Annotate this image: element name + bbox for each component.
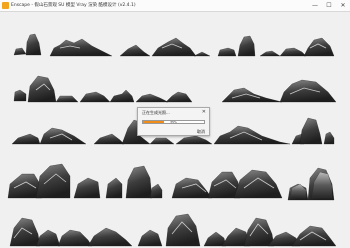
rock-model bbox=[237, 35, 256, 57]
rock-model bbox=[93, 133, 125, 145]
rock-model bbox=[193, 51, 211, 57]
progress-dialog: 正在生成光照... ✕ 35% 取消 bbox=[137, 107, 210, 136]
rock-model bbox=[171, 177, 213, 199]
rock-model bbox=[165, 213, 201, 247]
rock-model bbox=[27, 75, 57, 103]
dialog-close-icon[interactable]: ✕ bbox=[202, 109, 206, 115]
rock-model bbox=[217, 47, 237, 57]
rock-model bbox=[11, 133, 41, 145]
rock-model bbox=[35, 229, 61, 247]
rock-model bbox=[151, 37, 197, 57]
rock-model bbox=[105, 177, 123, 199]
rock-model bbox=[279, 79, 337, 103]
rock-model bbox=[165, 91, 193, 103]
dialog-title: 正在生成光照... bbox=[142, 110, 170, 115]
rock-model bbox=[9, 217, 41, 247]
rock-model bbox=[221, 87, 283, 103]
title-bar: Enscape - 假山石景观 SU 模型 Vray 渲染 酷模设计 (v2.4… bbox=[0, 0, 350, 12]
rock-model bbox=[299, 117, 323, 145]
rock-model bbox=[57, 229, 93, 247]
maximize-button[interactable]: ☐ bbox=[322, 0, 336, 11]
rock-model bbox=[291, 225, 337, 247]
rock-model bbox=[233, 169, 283, 199]
rock-model bbox=[87, 227, 133, 247]
progress-bar: 35% bbox=[142, 120, 205, 124]
rock-model bbox=[79, 91, 111, 103]
rock-model bbox=[137, 229, 163, 247]
progress-percent: 35% bbox=[170, 120, 177, 124]
rock-model bbox=[303, 37, 335, 57]
rock-model bbox=[243, 217, 275, 247]
rock-model bbox=[49, 38, 113, 57]
rock-model bbox=[109, 89, 135, 103]
rock-model bbox=[13, 47, 27, 56]
rock-model bbox=[149, 137, 175, 145]
close-button[interactable]: ✕ bbox=[336, 0, 350, 11]
rock-model bbox=[55, 95, 79, 103]
rock-model bbox=[175, 135, 213, 145]
minimize-button[interactable]: — bbox=[308, 0, 322, 11]
rock-model bbox=[213, 125, 291, 145]
rock-model bbox=[119, 44, 151, 57]
rock-model bbox=[39, 127, 87, 145]
rock-model bbox=[149, 183, 163, 199]
rock-model bbox=[25, 33, 42, 56]
rock-model bbox=[279, 47, 307, 57]
cancel-button[interactable]: 取消 bbox=[197, 129, 205, 134]
rock-model bbox=[289, 183, 307, 199]
rock-model bbox=[73, 177, 101, 199]
rock-model bbox=[203, 231, 227, 247]
rock-model bbox=[125, 165, 153, 199]
rock-model bbox=[323, 131, 335, 145]
window-title: Enscape - 假山石景观 SU 模型 Vray 渲染 酷模设计 (v2.4… bbox=[11, 3, 136, 8]
rock-model bbox=[13, 89, 27, 102]
rock-model bbox=[135, 93, 169, 103]
rock-model bbox=[259, 50, 281, 57]
app-icon bbox=[2, 2, 9, 9]
